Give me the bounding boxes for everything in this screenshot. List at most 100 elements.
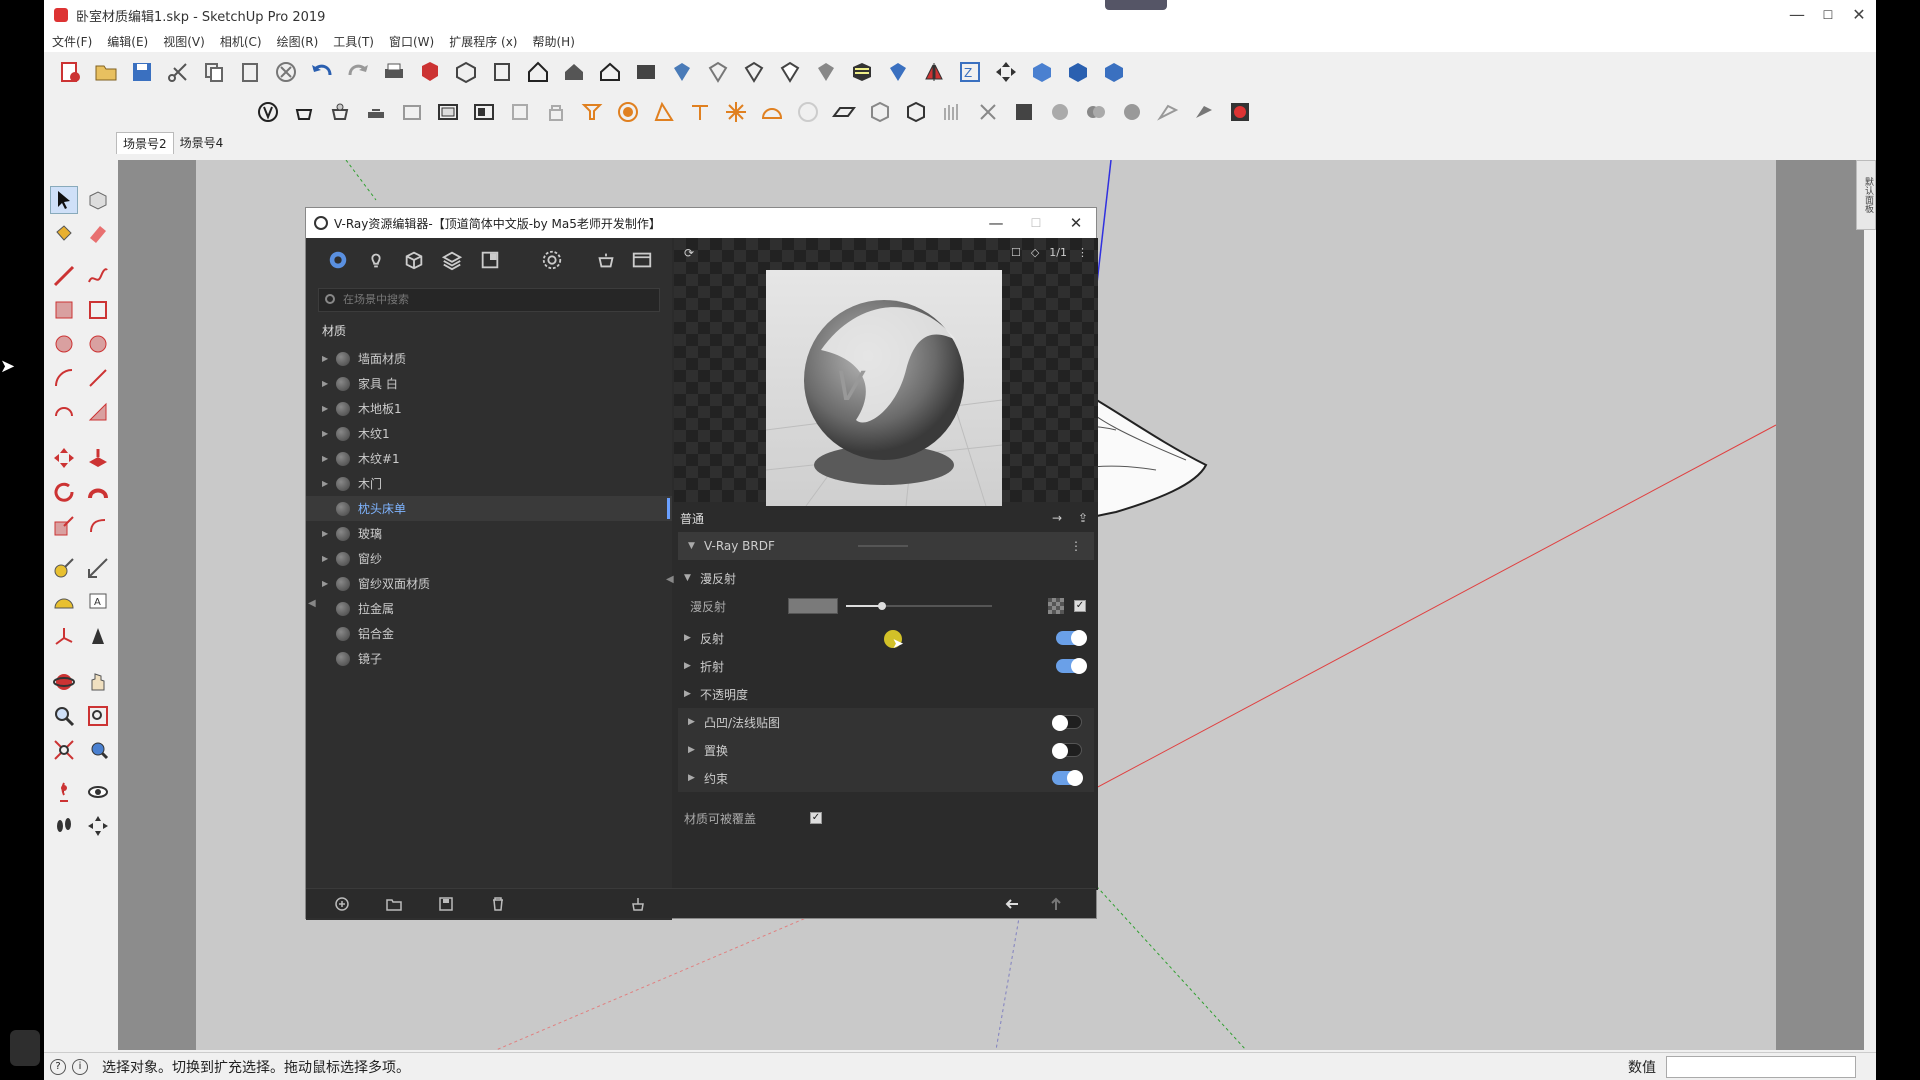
back-view-icon[interactable] xyxy=(596,58,624,86)
reflection-toggle[interactable] xyxy=(1056,630,1087,646)
menu-extensions[interactable]: 扩展程序 (x) xyxy=(449,33,517,50)
tape-measure-icon[interactable] xyxy=(50,554,78,582)
lock-camera-icon[interactable] xyxy=(506,98,534,126)
back-edges-icon[interactable] xyxy=(704,58,732,86)
render-teapot-icon[interactable] xyxy=(592,246,620,274)
cosmos-icon[interactable] xyxy=(1082,98,1110,126)
expand-arrow-icon[interactable]: ▶ xyxy=(322,479,336,488)
component-c-icon[interactable] xyxy=(1100,58,1128,86)
zoom-window-icon[interactable] xyxy=(84,702,112,730)
undo-icon[interactable] xyxy=(308,58,336,86)
pie-tool-icon[interactable] xyxy=(84,398,112,426)
upload-icon[interactable] xyxy=(1046,894,1066,914)
polygon-tool-icon[interactable] xyxy=(84,330,112,358)
render-teapot-icon[interactable] xyxy=(290,98,318,126)
preview-render-icon[interactable]: ◇ xyxy=(1031,246,1039,259)
expand-arrow-icon[interactable]: ▶ xyxy=(688,717,696,727)
expand-arrow-icon[interactable]: ▶ xyxy=(322,429,336,438)
binding-toggle[interactable] xyxy=(1052,770,1083,786)
materials-tab-icon[interactable] xyxy=(324,246,352,274)
protractor-icon[interactable] xyxy=(50,588,78,616)
diffuse-texture-slot[interactable] xyxy=(1048,598,1064,614)
expand-arrow-icon[interactable]: ▶ xyxy=(684,689,692,699)
camera-icon[interactable] xyxy=(1154,98,1182,126)
paste-icon[interactable] xyxy=(236,58,264,86)
expand-arrow-icon[interactable]: ▶ xyxy=(322,554,336,563)
offset-tool-icon[interactable] xyxy=(84,512,112,540)
material-item[interactable]: 镜子 xyxy=(306,646,672,671)
material-item-selected[interactable]: 枕头床单 xyxy=(306,496,672,521)
axes-tool-icon[interactable] xyxy=(50,622,78,650)
vray-logo-icon[interactable] xyxy=(254,98,282,126)
rotated-rectangle-icon[interactable] xyxy=(84,296,112,324)
expand-arrow-icon[interactable]: ▶ xyxy=(322,454,336,463)
cut-icon[interactable] xyxy=(164,58,192,86)
expand-arrow-icon[interactable]: ▶ xyxy=(684,633,692,643)
3d-text-icon[interactable] xyxy=(84,622,112,650)
batch-render-icon[interactable] xyxy=(362,98,390,126)
geometry-tab-icon[interactable] xyxy=(400,246,428,274)
section-plane-icon[interactable] xyxy=(920,58,948,86)
move-view-icon[interactable] xyxy=(992,58,1020,86)
dimension-tool-icon[interactable] xyxy=(84,554,112,582)
orbit-tool-icon[interactable] xyxy=(50,668,78,696)
scale-tool-icon[interactable] xyxy=(50,512,78,540)
frame-buffer-icon[interactable] xyxy=(628,246,656,274)
bump-section[interactable]: ▶ 凸凹/法线贴图 xyxy=(678,708,1094,736)
render-elements-tab-icon[interactable] xyxy=(438,246,466,274)
text-tool-icon[interactable]: A xyxy=(84,588,112,616)
expand-arrow-icon[interactable]: ▶ xyxy=(322,529,336,538)
save-icon[interactable] xyxy=(128,58,156,86)
geo-location-icon[interactable]: ? xyxy=(50,1058,66,1075)
cloud-render-icon[interactable] xyxy=(398,98,426,126)
diffuse-color-swatch[interactable] xyxy=(788,598,838,614)
delete-material-icon[interactable] xyxy=(488,894,508,914)
component-a-icon[interactable] xyxy=(1028,58,1056,86)
diffuse-section[interactable]: ▼ 漫反射 xyxy=(674,564,1098,592)
line-tool-icon[interactable] xyxy=(50,262,78,290)
position-camera-icon[interactable] xyxy=(50,778,78,806)
model-info-icon[interactable] xyxy=(416,58,444,86)
credits-icon[interactable]: i xyxy=(72,1058,88,1075)
material-item[interactable]: ▶ 木门 xyxy=(306,471,672,496)
stop-render-icon[interactable] xyxy=(1226,98,1254,126)
material-item[interactable]: ▶ 木纹#1 xyxy=(306,446,672,471)
rectangle-tool-icon[interactable] xyxy=(50,296,78,324)
rotate-tool-icon[interactable] xyxy=(50,478,78,506)
print-icon[interactable] xyxy=(380,58,408,86)
textures-tab-icon[interactable] xyxy=(476,246,504,274)
material-item[interactable]: ▶ 木地板1 xyxy=(306,396,672,421)
pan-tool-icon[interactable] xyxy=(84,668,112,696)
preview-frame-icon[interactable]: ☐ xyxy=(1011,246,1021,259)
wireframe-icon[interactable] xyxy=(740,58,768,86)
material-search-input[interactable]: 在场景中搜索 xyxy=(318,288,660,312)
refraction-toggle[interactable] xyxy=(1056,658,1087,674)
preview-more-icon[interactable]: ⋮ xyxy=(1077,246,1088,259)
menu-window[interactable]: 窗口(W) xyxy=(389,33,434,50)
hidden-line-icon[interactable] xyxy=(776,58,804,86)
menu-file[interactable]: 文件(F) xyxy=(52,33,92,50)
reflection-section[interactable]: ▶ 反射 ➤ xyxy=(674,624,1098,652)
export-icon[interactable] xyxy=(1190,98,1218,126)
preview-scene-icon[interactable]: ⟳ xyxy=(684,246,694,260)
mesh-light-icon[interactable] xyxy=(794,98,822,126)
expand-arrow-icon[interactable]: ▶ xyxy=(688,745,696,755)
link-arrow-icon[interactable]: → xyxy=(1052,511,1062,525)
material-item[interactable]: ▶ 家具 白 xyxy=(306,371,672,396)
expand-arrow-icon[interactable]: ▶ xyxy=(322,354,336,363)
brdf-drag-handle[interactable] xyxy=(858,545,908,547)
menu-tools[interactable]: 工具(T) xyxy=(333,33,374,50)
settings-tab-icon[interactable] xyxy=(538,246,566,274)
default-tray-tab[interactable]: 默认面板 xyxy=(1856,160,1876,230)
material-item[interactable]: ▶ 窗纱双面材质 xyxy=(306,571,672,596)
sphere-light-icon[interactable] xyxy=(614,98,642,126)
material-item[interactable]: 拉金属 xyxy=(306,596,672,621)
erase-icon[interactable] xyxy=(272,58,300,86)
shaded-texture-icon[interactable] xyxy=(848,58,876,86)
eraser-icon[interactable] xyxy=(84,220,112,248)
vray-maximize-button[interactable]: ☐ xyxy=(1016,208,1056,238)
overridable-checkbox[interactable]: ✓ xyxy=(810,812,822,824)
section-tool-icon[interactable] xyxy=(84,812,112,840)
export-material-icon[interactable]: ⇪ xyxy=(1078,511,1088,525)
push-pull-icon[interactable] xyxy=(84,444,112,472)
